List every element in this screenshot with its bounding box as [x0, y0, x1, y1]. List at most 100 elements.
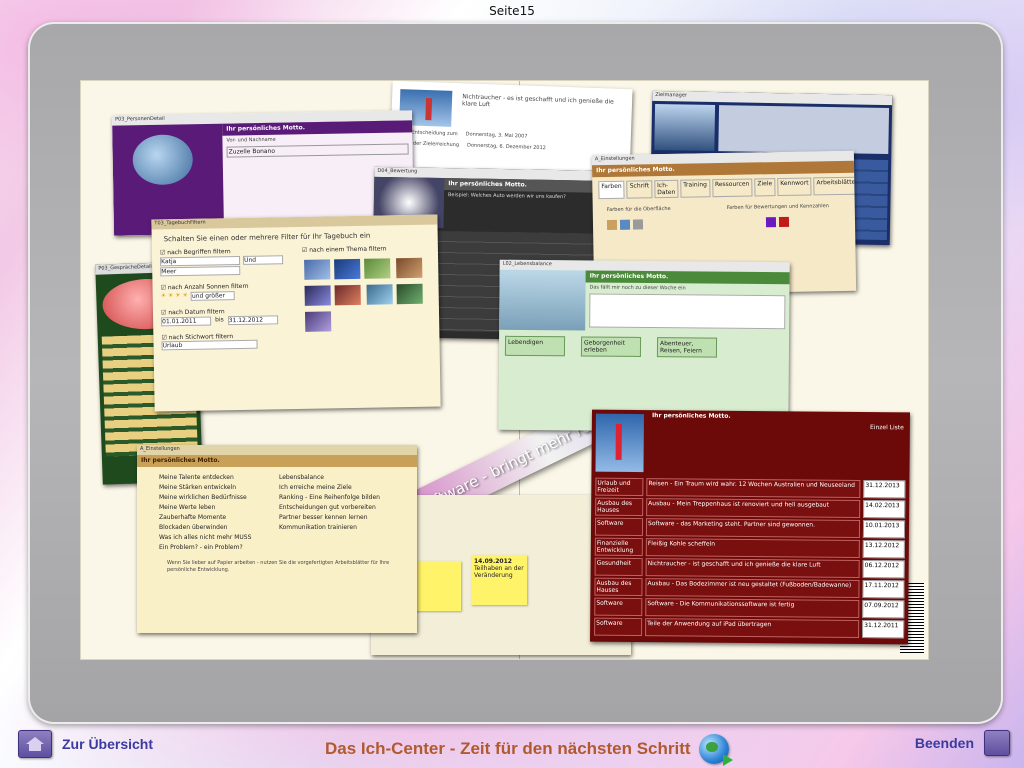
date-to[interactable]: 31.12.2012: [227, 315, 278, 326]
motto-text: Teile der Anwendung auf iPad übertragen: [645, 618, 860, 638]
tab-ziele[interactable]: Ziele: [754, 178, 776, 197]
motto-category: Software: [594, 517, 644, 537]
overview-button[interactable]: Zur Übersicht: [18, 730, 153, 758]
tab-kennwort[interactable]: Kennwort: [777, 177, 812, 197]
nichtraucher-text: Nichtraucher - es ist geschafft und ich …: [461, 93, 614, 109]
arbeit-item2-6[interactable]: Kommunikation trainieren: [279, 524, 395, 531]
motto-date: 17.11.2012: [862, 579, 905, 599]
motto-date: 31.12.2013: [863, 479, 906, 499]
home-icon: [18, 730, 52, 758]
tab-farben[interactable]: Farben: [598, 180, 625, 200]
motto-window: Ihr persönliches Motto. Einzel Liste Url…: [589, 409, 911, 645]
motto-date: 14.02.2013: [863, 499, 906, 519]
date-from[interactable]: 01.01.2011: [161, 316, 212, 327]
motto-text: Software - Die Kommunikationssoftware is…: [645, 598, 860, 618]
motto-text: Ausbau - Das Bodezimmer ist neu gestalte…: [645, 578, 860, 598]
sticky-date: 14.09.2012: [474, 558, 512, 565]
arbeit-item-3[interactable]: Meine wirklichen Bedürfnisse: [159, 494, 275, 501]
motto-icons-label: Einzel Liste: [869, 424, 904, 432]
filter3-label: nach Datum filtern: [168, 308, 225, 317]
motto-category: Software: [594, 597, 643, 617]
lebensbalance-window: L02_Lebensbalance Ihr persönliches Motto…: [498, 259, 790, 433]
motto-category: Finanzielle Entwicklung: [594, 537, 643, 557]
motto-row[interactable]: Software Software - das Marketing steht. …: [594, 517, 906, 539]
motto-text: Software - das Marketing steht. Partner …: [645, 518, 861, 538]
tab-arbeitsblaetter[interactable]: Arbeitsblätter: [813, 176, 857, 196]
arbeit-item-6[interactable]: Blockaden überwinden: [159, 524, 275, 531]
filter1-label: nach Begriffen filtern: [167, 248, 231, 257]
arbeit-item-7[interactable]: Was ich alles nicht mehr MUSS: [159, 534, 275, 541]
motto-text: Ausbau - Mein Treppenhaus ist renoviert …: [646, 498, 861, 518]
arbeit-item2-2[interactable]: Ich erreiche meine Ziele: [279, 484, 395, 491]
filter3-checkbox[interactable]: ☑: [161, 309, 167, 316]
filter2-label: nach Anzahl Sonnen filtern: [167, 282, 249, 292]
motto-date: 13.12.2012: [862, 539, 905, 559]
balance-cell-1: Lebendigen: [504, 335, 566, 357]
filter1-operator[interactable]: Und: [242, 255, 284, 265]
arbeit-item2-4[interactable]: Entscheidungen gut vorbereiten: [279, 504, 395, 511]
motto-row[interactable]: Urlaub und Freizeit Reisen - Ein Traum wi…: [595, 477, 906, 499]
filter5-checkbox[interactable]: ☑: [302, 247, 308, 254]
balance-cell-3: Abenteuer, Reisen, Feiern: [656, 337, 718, 358]
arbeit-item-2[interactable]: Meine Stärken entwickeln: [159, 484, 275, 491]
arbeit-item-8[interactable]: Ein Problem? - ein Problem?: [159, 544, 275, 551]
motto-text: Fleißig Kohle scheffeln: [645, 538, 860, 558]
tagebuch-window: T03_TagebuchFiltern Schalten Sie einen o…: [151, 214, 441, 412]
balance-cell-2: Geborgenheit erleben: [580, 336, 642, 357]
suns-icon: ☀ ☀ ☀ ☀: [160, 291, 188, 300]
arbeit-item-5[interactable]: Zauberhafte Momente: [159, 514, 275, 521]
tab-ich-daten[interactable]: Ich-Daten: [654, 179, 679, 199]
filter2-operator[interactable]: und größer: [190, 291, 236, 301]
arbeit-item2-3[interactable]: Ranking - Eine Reihenfolge bilden: [279, 494, 395, 501]
motto-row[interactable]: Software Teile der Anwendung auf iPad übe…: [594, 617, 905, 639]
motto-row[interactable]: Software Software - Die Kommunikationssof…: [594, 597, 905, 619]
arbeit-item2-1[interactable]: Lebensbalance: [279, 474, 395, 481]
colors-left-label: Farben für die Oberfläche: [606, 205, 671, 214]
page-label: Seite15: [489, 4, 535, 18]
footer-title-text: Das Ich-Center - Zeit für den nächsten S…: [325, 739, 691, 758]
motto-date: 06.12.2012: [862, 559, 905, 579]
date-bis-label: bis: [215, 316, 224, 324]
name-field[interactable]: Zuzelle Bonano: [226, 143, 409, 158]
tab-ressourcen[interactable]: Ressourcen: [711, 178, 753, 198]
decision-date: Donnerstag, 3. Mai 2007: [465, 131, 528, 140]
arbeit-item-4[interactable]: Meine Werte leben: [159, 504, 275, 511]
tab-schrift[interactable]: Schrift: [626, 180, 653, 199]
arbeitsblaetter-window: A_Einstellungen Ihr persönliches Motto. …: [137, 445, 417, 633]
arbeit-note: Wenn Sie lieber auf Papier arbeiten - nu…: [167, 560, 390, 573]
motto-date: 10.01.2013: [862, 519, 906, 539]
arbeit-caption: A_Einstellungen: [137, 445, 417, 455]
motto-date: 31.12.2011: [862, 619, 905, 639]
motto-category: Ausbau des Hauses: [595, 497, 644, 517]
tab-training[interactable]: Training: [680, 179, 711, 198]
globe-icon: [698, 734, 733, 766]
exit-label: Beenden: [914, 735, 974, 751]
filter1-value2[interactable]: Meer: [160, 265, 241, 277]
motto-row[interactable]: Ausbau des Hauses Ausbau - Das Bodezimmer…: [594, 577, 905, 599]
sticky-text: Teilhaben an der Veränderung: [474, 565, 524, 579]
motto-category: Software: [594, 617, 643, 637]
goal-date: Donnerstag, 6. Dezember 2012: [466, 142, 546, 152]
motto-category: Urlaub und Freizeit: [595, 477, 644, 497]
filter1-value1[interactable]: Katja: [160, 255, 241, 267]
exit-button[interactable]: Beenden: [915, 730, 1010, 756]
motto-row[interactable]: Gesundheit Nichtraucher - ist geschafft u…: [594, 557, 905, 579]
motto-row[interactable]: Finanzielle Entwicklung Fleißig Kohle sch…: [594, 537, 905, 559]
colors-right-label: Farben für Bewertungen und Kennzahlen: [726, 203, 829, 211]
software-collage: Nichtraucher - es ist geschafft und ich …: [80, 80, 929, 660]
exit-icon: [984, 730, 1010, 756]
motto-row[interactable]: Ausbau des Hauses Ausbau - Mein Treppenha…: [595, 497, 906, 519]
theme-thumbnails[interactable]: [302, 256, 439, 336]
motto-text: Reisen - Ein Traum wird wahr. 12 Wochen …: [646, 478, 861, 498]
filter4-value[interactable]: Urlaub: [161, 339, 258, 351]
arbeit-item-1[interactable]: Meine Talente entdecken: [159, 474, 275, 481]
arbeit-item2-5[interactable]: Partner besser kennen lernen: [279, 514, 395, 521]
filter5-label: nach einem Thema filtern: [309, 245, 387, 254]
motto-text: Nichtraucher - ist geschafft und ich gen…: [645, 558, 860, 578]
filter2-checkbox[interactable]: ☑: [160, 284, 166, 291]
motto-list: Urlaub und Freizeit Reisen - Ein Traum wi…: [590, 477, 909, 639]
overview-label: Zur Übersicht: [62, 736, 154, 752]
arbeit-bar: Ihr persönliches Motto.: [137, 455, 417, 467]
filter1-checkbox[interactable]: ☑: [160, 249, 166, 256]
motto-category: Ausbau des Hauses: [594, 577, 643, 597]
